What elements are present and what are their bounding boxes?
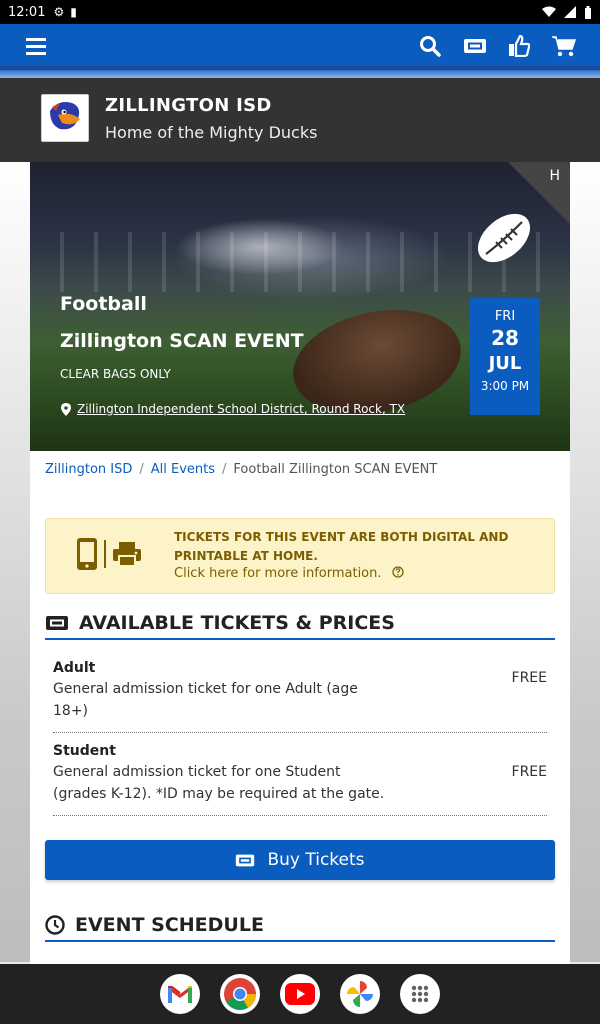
- top-nav-bar: [0, 24, 600, 70]
- gmail-icon: [168, 986, 192, 1003]
- help-icon: [392, 566, 404, 578]
- like-button[interactable]: [504, 31, 534, 61]
- event-hero: H Football Zillington SCAN EVENT CLEAR B…: [30, 162, 570, 451]
- nav-divider: [0, 70, 600, 78]
- event-date-box: FRI 28 JUL 3:00 PM: [470, 298, 540, 415]
- corner-label: H: [549, 168, 560, 184]
- menu-button[interactable]: [21, 31, 51, 61]
- ticket-name: Student: [53, 743, 116, 759]
- breadcrumb-separator: /: [222, 462, 227, 477]
- ticket-icon: [464, 39, 486, 53]
- sd-card-icon: ▮: [70, 5, 77, 19]
- map-pin-icon: [61, 402, 71, 416]
- buy-tickets-label: Buy Tickets: [267, 850, 365, 870]
- youtube-app[interactable]: [280, 974, 320, 1014]
- venue-text: Zillington Independent School District, …: [77, 402, 406, 416]
- cart-button[interactable]: [549, 31, 579, 61]
- notice-divider: [104, 540, 106, 568]
- mobile-phone-icon: [77, 538, 97, 570]
- date-time: 3:00 PM: [480, 379, 530, 393]
- thumbs-up-icon: [509, 35, 530, 57]
- tickets-button[interactable]: [460, 31, 490, 61]
- youtube-icon: [285, 983, 315, 1005]
- venue-link[interactable]: Zillington Independent School District, …: [61, 402, 405, 416]
- tickets-heading-text: AVAILABLE TICKETS & PRICES: [79, 612, 395, 634]
- photos-icon: [347, 981, 373, 1007]
- ticket-icon: [236, 854, 255, 866]
- app-drawer[interactable]: [400, 974, 440, 1014]
- buy-tickets-button[interactable]: Buy Tickets: [45, 840, 555, 880]
- chrome-icon: [224, 978, 257, 1011]
- search-button[interactable]: [415, 31, 445, 61]
- tickets-section-heading: AVAILABLE TICKETS & PRICES: [45, 608, 555, 640]
- org-tagline: Home of the Mighty Ducks: [105, 123, 318, 142]
- status-time: 12:01: [8, 4, 46, 20]
- search-icon: [420, 36, 441, 57]
- duck-logo-icon: [50, 102, 80, 130]
- football-icon: [477, 213, 531, 263]
- breadcrumb-home[interactable]: Zillington ISD: [45, 462, 132, 477]
- app-drawer-icon: [411, 985, 429, 1003]
- ticket-icon: [46, 616, 68, 630]
- schedule-heading-text: EVENT SCHEDULE: [75, 914, 264, 936]
- org-header: ZILLINGTON ISD Home of the Mighty Ducks: [0, 78, 600, 162]
- event-title: Zillington SCAN EVENT: [60, 330, 304, 352]
- battery-icon: [585, 5, 591, 19]
- breadcrumb-all-events[interactable]: All Events: [151, 462, 215, 477]
- org-logo[interactable]: [41, 94, 89, 142]
- date-month: JUL: [488, 353, 522, 374]
- ticket-description: General admission ticket for one Adult (…: [53, 681, 358, 719]
- ticket-price: FREE: [511, 670, 547, 686]
- ticket-row: Student General admission ticket for one…: [53, 733, 547, 816]
- ticket-description: General admission ticket for one Student…: [53, 764, 385, 802]
- event-card: H Football Zillington SCAN EVENT CLEAR B…: [30, 162, 570, 964]
- ticket-row: Adult General admission ticket for one A…: [53, 650, 547, 733]
- menu-icon: [26, 38, 46, 55]
- clock-icon: [45, 915, 65, 935]
- gmail-app[interactable]: [160, 974, 200, 1014]
- schedule-section-heading: EVENT SCHEDULE: [45, 910, 555, 942]
- ticket-delivery-notice: TICKETS FOR THIS EVENT ARE BOTH DIGITAL …: [45, 518, 555, 594]
- ticket-list: Adult General admission ticket for one A…: [53, 650, 547, 816]
- date-dow: FRI: [494, 309, 516, 324]
- date-day: 28: [491, 326, 519, 350]
- settings-status-icon: ⚙: [53, 5, 65, 19]
- event-category: Football: [60, 293, 147, 315]
- wifi-icon: [542, 6, 556, 17]
- chrome-app[interactable]: [220, 974, 260, 1014]
- notice-title: TICKETS FOR THIS EVENT ARE BOTH DIGITAL …: [174, 530, 509, 563]
- notice-info-link[interactable]: Click here for more information.: [174, 566, 404, 581]
- breadcrumb-current: Football Zillington SCAN EVENT: [233, 462, 438, 477]
- breadcrumb: Zillington ISD / All Events / Football Zilli…: [45, 462, 437, 477]
- org-name: ZILLINGTON ISD: [105, 95, 272, 116]
- cart-icon: [552, 36, 576, 57]
- signal-icon: [564, 6, 576, 18]
- ticket-price: FREE: [511, 764, 547, 780]
- event-note: CLEAR BAGS ONLY: [60, 367, 171, 381]
- notice-link-text: Click here for more information.: [174, 566, 382, 581]
- status-bar: 12:01 ⚙ ▮: [0, 0, 600, 24]
- photos-app[interactable]: [340, 974, 380, 1014]
- breadcrumb-separator: /: [139, 462, 144, 477]
- ticket-name: Adult: [53, 660, 96, 676]
- notice-icons: [76, 537, 142, 571]
- app-dock: [0, 964, 600, 1024]
- printer-icon: [113, 542, 141, 567]
